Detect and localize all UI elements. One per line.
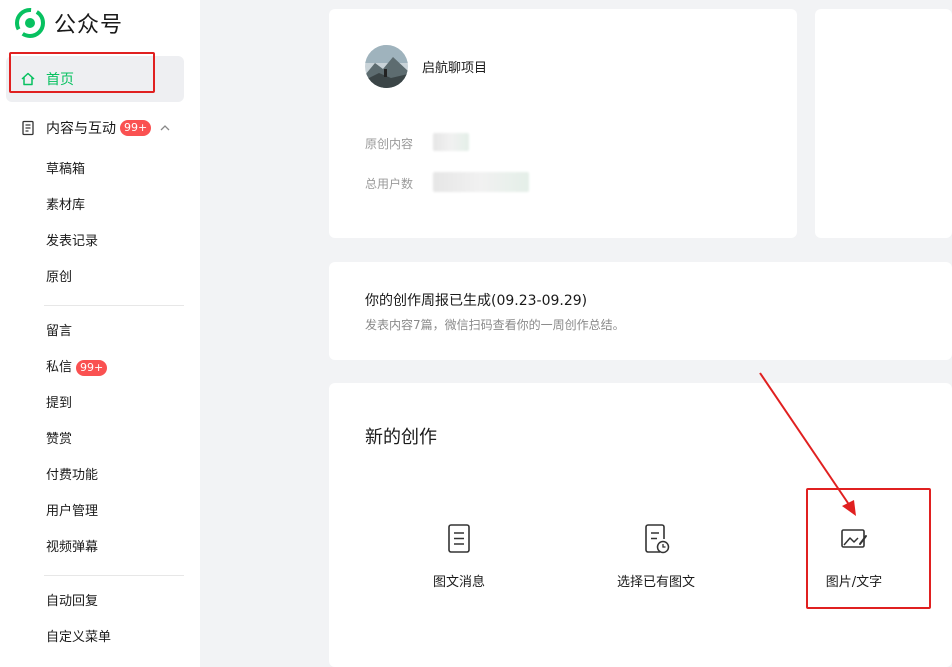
notification-badge: 99+ bbox=[76, 360, 108, 376]
section-title: 新的创作 bbox=[365, 427, 437, 448]
brand-name: 公众号 bbox=[54, 13, 124, 38]
stat-label-total-users: 总用户数 bbox=[365, 177, 414, 191]
blurred-value bbox=[433, 172, 529, 192]
sidebar-group-label: 内容与互动 bbox=[46, 121, 116, 137]
sidebar-item-video-danmaku[interactable]: 视频弹幕 bbox=[46, 538, 98, 558]
sidebar-item-mentions[interactable]: 提到 bbox=[46, 394, 72, 414]
sidebar-item-materials[interactable]: 素材库 bbox=[46, 196, 85, 216]
blurred-value bbox=[433, 133, 469, 151]
sidebar-item-comments[interactable]: 留言 bbox=[46, 322, 72, 342]
stat-label-original: 原创内容 bbox=[365, 137, 414, 151]
sidebar-group-content[interactable]: 内容与互动 99+ bbox=[20, 115, 171, 141]
image-text-icon bbox=[841, 529, 867, 548]
sidebar-item-publish-records[interactable]: 发表记录 bbox=[46, 232, 98, 252]
existing-article-icon bbox=[645, 524, 670, 554]
article-icon bbox=[448, 524, 470, 553]
image-text-button[interactable]: 图片/文字 bbox=[789, 523, 919, 603]
notification-badge: 99+ bbox=[120, 120, 152, 136]
new-creation-card: 新的创作 图文消息 选择已有图文 图片/文字 bbox=[329, 383, 952, 667]
home-icon bbox=[21, 72, 35, 86]
wechat-official-logo-icon bbox=[15, 8, 45, 38]
sidebar-item-rewards[interactable]: 赞赏 bbox=[46, 430, 72, 450]
sidebar-item-drafts[interactable]: 草稿箱 bbox=[46, 160, 85, 180]
option-label: 图文消息 bbox=[432, 575, 485, 590]
sidebar-item-custom-menu[interactable]: 自定义菜单 bbox=[46, 628, 111, 648]
account-name[interactable]: 启航聊项目 bbox=[422, 57, 487, 76]
chevron-up-icon[interactable] bbox=[159, 122, 171, 134]
document-icon bbox=[22, 120, 34, 136]
select-existing-article-button[interactable]: 选择已有图文 bbox=[591, 523, 721, 603]
report-description: 发表内容7篇，微信扫码查看你的一周创作总结。 bbox=[365, 318, 625, 332]
option-label: 图片/文字 bbox=[825, 575, 883, 590]
sidebar-item-home[interactable]: 首页 bbox=[6, 56, 184, 102]
side-card bbox=[815, 9, 952, 238]
account-overview-card: 启航聊项目 原创内容 总用户数 bbox=[329, 9, 797, 238]
sidebar-item-label: 首页 bbox=[46, 72, 74, 88]
weekly-report-card[interactable]: 你的创作周报已生成(09.23-09.29) 发表内容7篇，微信扫码查看你的一周… bbox=[329, 262, 952, 360]
divider bbox=[44, 575, 184, 576]
avatar[interactable] bbox=[365, 45, 408, 88]
sidebar-item-auto-reply[interactable]: 自动回复 bbox=[46, 592, 98, 612]
sidebar-item-paid-features[interactable]: 付费功能 bbox=[46, 466, 98, 486]
divider bbox=[44, 305, 184, 306]
report-title: 你的创作周报已生成(09.23-09.29) bbox=[365, 293, 588, 309]
avatar-image bbox=[365, 45, 408, 88]
sidebar-item-original[interactable]: 原创 bbox=[46, 268, 72, 288]
sidebar: 公众号 首页 内容与互动 99+ 草稿箱 素材库 发表记录 原创 留言 私信 9… bbox=[0, 0, 200, 667]
create-article-button[interactable]: 图文消息 bbox=[394, 523, 524, 603]
sidebar-item-messages[interactable]: 私信 99+ bbox=[46, 358, 108, 378]
option-label: 选择已有图文 bbox=[616, 575, 695, 590]
sidebar-item-user-management[interactable]: 用户管理 bbox=[46, 502, 98, 522]
brand[interactable]: 公众号 bbox=[14, 8, 123, 38]
